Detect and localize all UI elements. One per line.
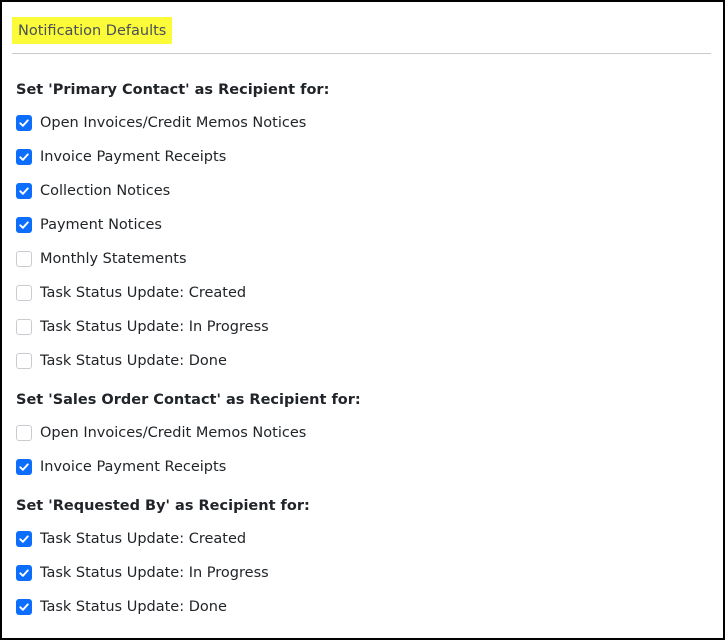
checkbox-row[interactable]: Task Status Update: Done [16, 351, 227, 371]
checkbox[interactable] [16, 599, 32, 615]
checkmark-icon [19, 153, 29, 161]
checkbox-row[interactable]: Task Status Update: In Progress [16, 563, 269, 583]
checkbox[interactable] [16, 115, 32, 131]
checkbox[interactable] [16, 319, 32, 335]
checkbox[interactable] [16, 565, 32, 581]
checkbox-row[interactable]: Open Invoices/Credit Memos Notices [16, 113, 306, 133]
checkbox-row[interactable]: Invoice Payment Receipts [16, 147, 226, 167]
page-title: Notification Defaults [18, 22, 167, 39]
checkbox-label: Collection Notices [40, 183, 171, 199]
section-heading-sales-order-contact: Set 'Sales Order Contact' as Recipient f… [16, 392, 361, 408]
section-heading-requested-by: Set 'Requested By' as Recipient for: [16, 498, 310, 514]
checkbox-label: Task Status Update: In Progress [40, 319, 269, 335]
checkbox-label: Invoice Payment Receipts [40, 459, 227, 475]
divider [12, 53, 711, 54]
checkmark-icon [19, 603, 29, 611]
checkmark-icon [19, 569, 29, 577]
checkbox-label: Task Status Update: Created [40, 285, 247, 301]
checkbox[interactable] [16, 285, 32, 301]
checkbox-label: Payment Notices [40, 217, 162, 233]
checkbox-row[interactable]: Monthly Statements [16, 249, 187, 269]
title-highlight: Notification Defaults [12, 17, 173, 44]
checkbox-row[interactable]: Open Invoices/Credit Memos Notices [16, 423, 306, 443]
checkbox[interactable] [16, 251, 32, 267]
checkbox[interactable] [16, 459, 32, 475]
checkbox-row[interactable]: Task Status Update: In Progress [16, 317, 269, 337]
checkbox[interactable] [16, 149, 32, 165]
checkbox-label: Task Status Update: Done [40, 599, 227, 615]
checkbox-row[interactable]: Collection Notices [16, 181, 170, 201]
checkmark-icon [19, 463, 29, 471]
checkbox-label: Open Invoices/Credit Memos Notices [40, 425, 307, 441]
checkmark-icon [19, 119, 29, 127]
checkmark-icon [19, 221, 29, 229]
checkbox-row[interactable]: Invoice Payment Receipts [16, 457, 226, 477]
checkbox-row[interactable]: Task Status Update: Created [16, 283, 246, 303]
checkmark-icon [19, 535, 29, 543]
checkbox[interactable] [16, 531, 32, 547]
checkbox[interactable] [16, 425, 32, 441]
checkbox-row[interactable]: Payment Notices [16, 215, 162, 235]
checkbox[interactable] [16, 217, 32, 233]
checkbox[interactable] [16, 183, 32, 199]
section-heading-primary-contact: Set 'Primary Contact' as Recipient for: [16, 82, 330, 98]
checkmark-icon [19, 187, 29, 195]
checkbox-row[interactable]: Task Status Update: Created [16, 529, 246, 549]
checkbox-row[interactable]: Task Status Update: Done [16, 597, 227, 617]
checkbox[interactable] [16, 353, 32, 369]
checkbox-label: Monthly Statements [40, 251, 187, 267]
notification-defaults-panel: Notification Defaults Set 'Primary Conta… [0, 0, 725, 640]
checkbox-label: Task Status Update: In Progress [40, 565, 269, 581]
checkbox-label: Invoice Payment Receipts [40, 149, 227, 165]
checkbox-label: Task Status Update: Done [40, 353, 227, 369]
checkbox-label: Open Invoices/Credit Memos Notices [40, 115, 307, 131]
checkbox-label: Task Status Update: Created [40, 531, 247, 547]
